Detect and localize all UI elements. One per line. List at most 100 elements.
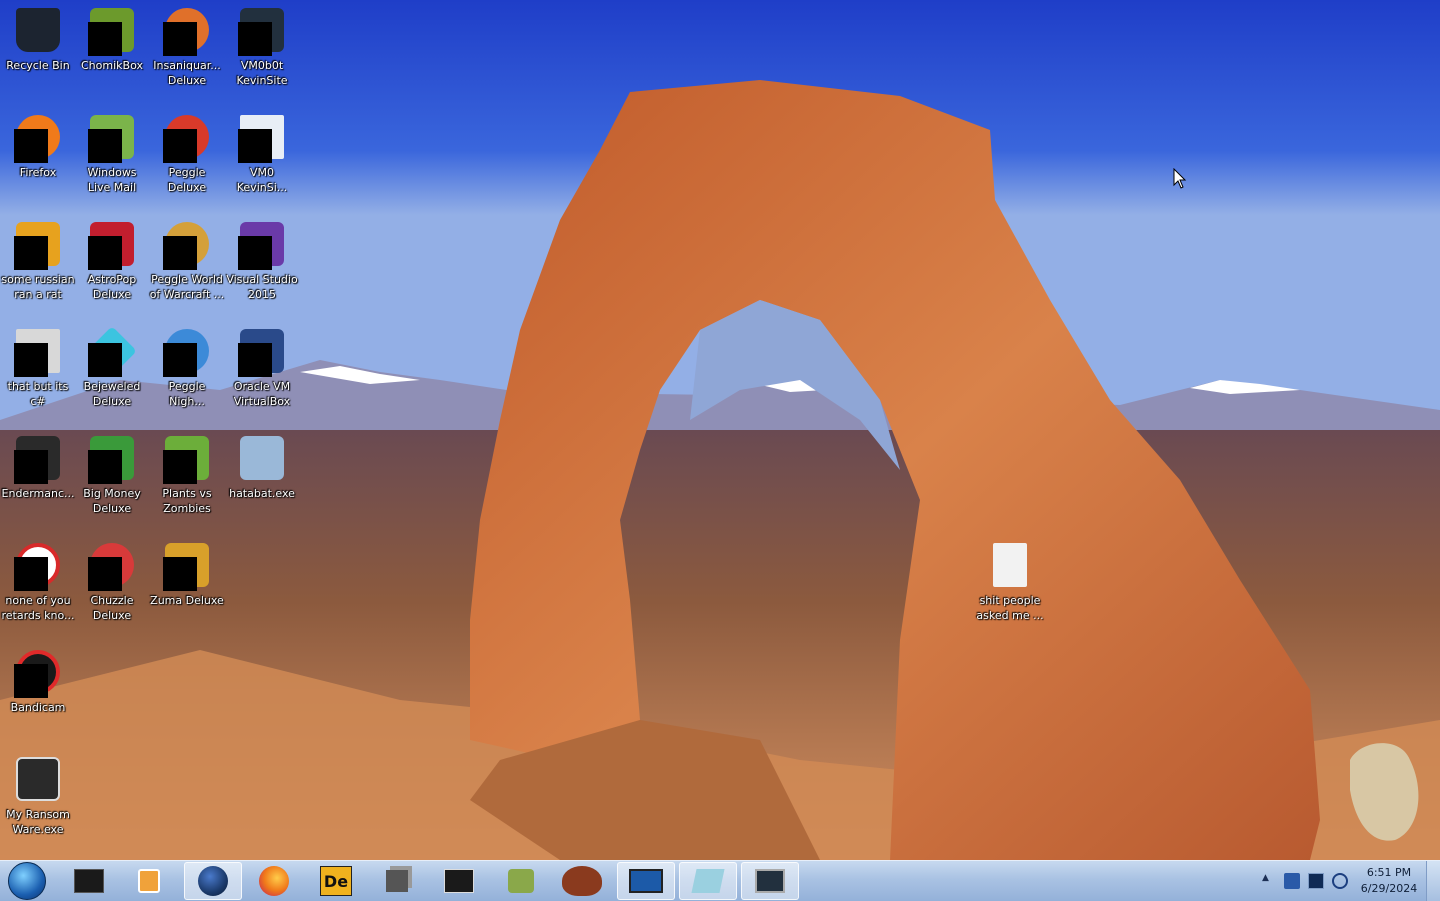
desktop-icon-peggle-nights[interactable]: Peggle Nigh...	[149, 321, 225, 425]
desktop-icon-none-of-you[interactable]: none of you retards kno...	[0, 535, 76, 639]
hamster-icon	[508, 869, 534, 893]
redacted-overlay	[163, 236, 197, 270]
clock-date: 6/29/2024	[1360, 882, 1418, 895]
desktop-icon-label: ChomikBox	[81, 59, 143, 72]
redacted-overlay	[163, 450, 197, 484]
desktop-icon-label: shit people asked me ...	[976, 594, 1044, 622]
document-icon	[993, 543, 1027, 587]
console-icon	[444, 869, 474, 893]
monitor-icon	[629, 869, 663, 893]
desktop-icon-zuma-deluxe[interactable]: Zuma Deluxe	[149, 535, 225, 639]
taskbar-chomikbox[interactable]	[492, 862, 550, 900]
show-desktop-button[interactable]	[1426, 861, 1440, 901]
redacted-overlay	[14, 664, 48, 698]
show-hidden-icons-icon[interactable]: ▲	[1262, 873, 1278, 889]
taskbar-cmd-window[interactable]	[60, 862, 118, 900]
shield-icon[interactable]	[1284, 873, 1300, 889]
stack-window-icon	[386, 870, 408, 892]
desktop-icon-label: VM0b0t KevinSite	[236, 59, 288, 87]
desktop-icon-endermanch[interactable]: Endermanc...	[0, 428, 76, 532]
desktop-icon-chuzzle-deluxe[interactable]: Chuzzle Deluxe	[74, 535, 150, 639]
desktop-icon-bandicam[interactable]: Bandicam	[0, 642, 76, 746]
taskbar-turkey[interactable]	[553, 862, 611, 900]
desktop-icon-label: that but its c#	[7, 380, 69, 408]
network-icon[interactable]	[1308, 873, 1324, 889]
desktop-icon-label: Peggle World of Warcraft ...	[149, 273, 225, 301]
desktop-icon-label: Firefox	[19, 166, 57, 179]
desktop-icon-label: VM0 KevinSi...	[236, 166, 288, 194]
media-player-icon	[138, 869, 160, 893]
redacted-overlay	[14, 557, 48, 591]
redacted-overlay	[238, 22, 272, 56]
black-window-icon	[74, 869, 104, 893]
desktop-icon-shit-people-asked-me[interactable]: shit people asked me ...	[972, 535, 1048, 639]
desktop-icon-label: Peggle Deluxe	[167, 166, 207, 194]
taskbar-globe-app[interactable]	[184, 862, 242, 900]
redacted-overlay	[14, 450, 48, 484]
desktop-icon-that-but-its-csharp[interactable]: that but its c#	[0, 321, 76, 425]
desktop-icon-oracle-vm-virtualbox[interactable]: Oracle VM VirtualBox	[224, 321, 300, 425]
desktop-icon-label: Bandicam	[10, 701, 66, 714]
desktop-icon-label: Windows Live Mail	[87, 166, 137, 194]
desktop-icon-hatabat-exe[interactable]: hatabat.exe	[224, 428, 300, 532]
redacted-overlay	[88, 557, 122, 591]
desktop-icon-visual-studio-2015[interactable]: Visual Studio 2015	[224, 214, 300, 318]
desktop-icon-label: Big Money Deluxe	[83, 487, 141, 515]
taskbar-installer[interactable]	[679, 862, 737, 900]
redacted-overlay	[163, 343, 197, 377]
redacted-overlay	[88, 22, 122, 56]
desktop-icon-peggle-world-of-warcraft[interactable]: Peggle World of Warcraft ...	[149, 214, 225, 318]
desktop-icon-astropop-deluxe[interactable]: AstroPop Deluxe	[74, 214, 150, 318]
desktop-icon-vm0-kevinsite[interactable]: VM0 KevinSi...	[224, 107, 300, 211]
installer-icon	[240, 436, 284, 480]
de-icon: De	[320, 866, 352, 896]
taskbar-computer[interactable]	[741, 862, 799, 900]
mouse-cursor-icon	[1173, 168, 1187, 189]
recycle-bin-icon	[16, 8, 60, 52]
desktop-icon-label: Chuzzle Deluxe	[90, 594, 134, 622]
desktop-icon-peggle-deluxe[interactable]: Peggle Deluxe	[149, 107, 225, 211]
desktop-icon-firefox[interactable]: Firefox	[0, 107, 76, 211]
taskbar-firefox[interactable]	[245, 862, 303, 900]
clock[interactable]: 6:51 PM 6/29/2024	[1350, 865, 1428, 897]
redacted-overlay	[163, 129, 197, 163]
redacted-overlay	[88, 236, 122, 270]
desktop-icon-label: Endermanc...	[1, 487, 75, 500]
redacted-overlay	[14, 129, 48, 163]
desktop-icon-insaniquarium[interactable]: Insaniquar... Deluxe	[149, 0, 225, 104]
start-button[interactable]	[4, 862, 50, 900]
desktop-icon-some-russian-ran-a-rat[interactable]: some russian ran a rat	[0, 214, 76, 318]
clock-time: 6:51 PM	[1366, 866, 1412, 879]
taskbar-media-player[interactable]	[120, 862, 178, 900]
redacted-overlay	[238, 236, 272, 270]
desktop-icon-vm0b0t-kevinsite[interactable]: VM0b0t KevinSite	[224, 0, 300, 104]
desktop-icon-big-money-deluxe[interactable]: Big Money Deluxe	[74, 428, 150, 532]
desktop-icon-bejeweled-deluxe[interactable]: Bejeweled Deluxe	[74, 321, 150, 425]
desktop-icon-label: Plants vs Zombies	[162, 487, 212, 515]
desktop-icon-my-ransom-ware[interactable]: My Ransom Ware.exe	[0, 749, 76, 853]
desktop-icon-windows-live-mail[interactable]: Windows Live Mail	[74, 107, 150, 211]
desktop-icon-label: Insaniquar... Deluxe	[153, 59, 221, 87]
taskbar-vm-monitor[interactable]	[617, 862, 675, 900]
installer-icon	[691, 869, 725, 893]
desktop-icon-label: none of you retards kno...	[1, 594, 75, 622]
desktop-icon-chomikbox[interactable]: ChomikBox	[74, 0, 150, 104]
taskbar: De ▲ 6:51 PM 6/29/2024	[0, 860, 1440, 901]
taskbar-bandicam-de[interactable]: De	[307, 862, 365, 900]
redacted-overlay	[163, 22, 197, 56]
taskbar-console[interactable]	[430, 862, 488, 900]
desktop[interactable]: Recycle Bin ChomikBox Insaniquar... Delu…	[0, 0, 1440, 860]
taskbar-copy-window[interactable]	[368, 862, 426, 900]
console-window-icon	[16, 757, 60, 801]
desktop-icon-recycle-bin[interactable]: Recycle Bin	[0, 0, 76, 104]
globe-icon	[198, 866, 228, 896]
desktop-icon-label: some russian ran a rat	[1, 273, 75, 301]
redacted-overlay	[14, 343, 48, 377]
redacted-overlay	[238, 343, 272, 377]
volume-icon[interactable]	[1332, 873, 1348, 889]
desktop-icon-plants-vs-zombies[interactable]: Plants vs Zombies	[149, 428, 225, 532]
redacted-overlay	[88, 450, 122, 484]
redacted-overlay	[163, 557, 197, 591]
desktop-icon-label: My Ransom Ware.exe	[6, 808, 70, 836]
desktop-icon-label: AstroPop Deluxe	[87, 273, 137, 301]
